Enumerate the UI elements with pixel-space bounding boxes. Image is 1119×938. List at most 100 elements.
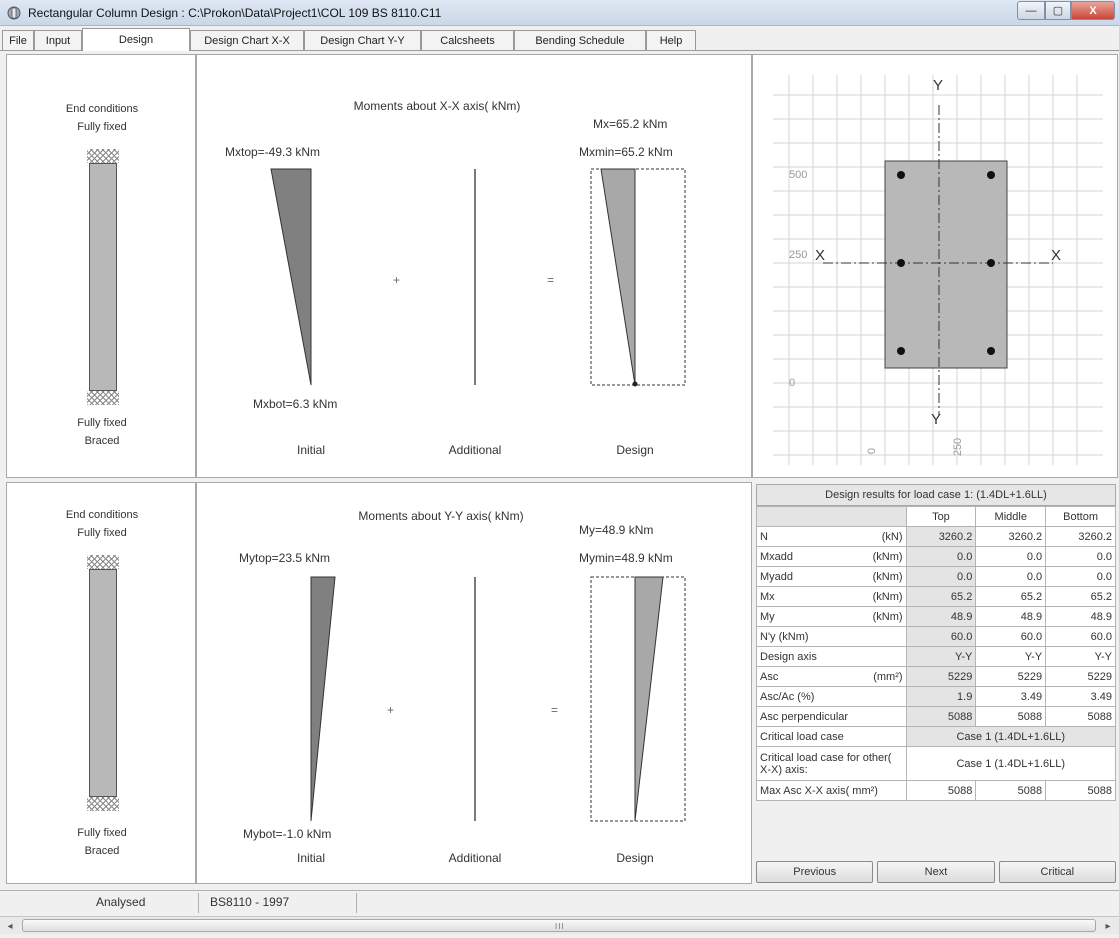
tab-design-chart-xx[interactable]: Design Chart X-X bbox=[190, 30, 304, 50]
table-row: Mxadd (kNm) 0.0 0.0 0.0 bbox=[756, 546, 1116, 567]
cell-top: 5088 bbox=[905, 780, 977, 801]
status-design-code: BS8110 - 1997 bbox=[210, 895, 290, 909]
scroll-grip-icon: III bbox=[555, 922, 565, 931]
scroll-left-icon[interactable]: ◂ bbox=[2, 918, 18, 934]
cell-middle: 5088 bbox=[975, 706, 1047, 727]
minimize-button[interactable]: — bbox=[1017, 1, 1045, 20]
design-label: Design bbox=[616, 851, 654, 865]
results-table: Top Middle Bottom N (kN) 3260.2 3260.2 32… bbox=[756, 506, 1117, 801]
table-header-row: Top Middle Bottom bbox=[756, 506, 1116, 527]
close-button[interactable]: X bbox=[1071, 1, 1115, 20]
xx-end-conditions-panel: End conditions Fully fixed Fully fixed B… bbox=[6, 54, 196, 478]
row-label: N'y (kNm) bbox=[760, 630, 809, 643]
cell-top: 0.0 bbox=[905, 546, 977, 567]
table-row: Asc (mm²) 5229 5229 5229 bbox=[756, 666, 1116, 687]
row-label: My bbox=[760, 610, 775, 623]
scroll-thumb[interactable]: III bbox=[22, 919, 1096, 932]
cell-top: 60.0 bbox=[905, 626, 977, 647]
tick-0-bottom: 0 bbox=[866, 447, 879, 455]
cell-top: Y-Y bbox=[905, 646, 977, 667]
xx-moment-diagram bbox=[270, 168, 686, 387]
design-envelope bbox=[590, 168, 686, 386]
row-label: Myadd bbox=[760, 570, 794, 583]
max-asc-row: Max Asc X-X axis( mm²) 5088 5088 5088 bbox=[756, 780, 1116, 801]
top-fixity-hatch bbox=[87, 149, 119, 163]
equals-sign: = bbox=[551, 703, 559, 717]
cell-bottom: 48.9 bbox=[1045, 606, 1116, 627]
cell-top: 0.0 bbox=[905, 566, 977, 587]
critical-other-axis-value: Case 1 (1.4DL+1.6LL) bbox=[905, 746, 1117, 781]
bottom-fixity-hatch bbox=[87, 797, 119, 811]
row-label: N bbox=[760, 530, 768, 543]
table-row: Mx (kNm) 65.2 65.2 65.2 bbox=[756, 586, 1116, 607]
tab-calcsheets[interactable]: Calcsheets bbox=[421, 30, 514, 50]
tab-design[interactable]: Design bbox=[82, 28, 190, 51]
table-row: Asc/Ac (%) 1.9 3.49 3.49 bbox=[756, 686, 1116, 707]
initial-label: Initial bbox=[296, 851, 326, 865]
table-row: Design axis Y-Y Y-Y Y-Y bbox=[756, 646, 1116, 667]
cell-bottom: 60.0 bbox=[1045, 626, 1116, 647]
section-x-right-label: X bbox=[1051, 247, 1062, 264]
critical-button[interactable]: Critical bbox=[998, 861, 1116, 883]
end-conditions-label: End conditions bbox=[65, 103, 139, 115]
max-asc-label: Max Asc X-X axis( mm²) bbox=[756, 780, 907, 801]
critical-other-axis-label: Critical load case for other( X-X) axis: bbox=[756, 746, 907, 781]
cell-middle: Y-Y bbox=[975, 646, 1047, 667]
row-unit: (mm²) bbox=[873, 670, 903, 683]
row-unit: (kNm) bbox=[872, 590, 903, 603]
rebar bbox=[897, 347, 905, 355]
additional-label: Additional bbox=[448, 443, 502, 457]
table-row: My (kNm) 48.9 48.9 48.9 bbox=[756, 606, 1116, 627]
cell-bottom: 5088 bbox=[1045, 706, 1116, 727]
status-divider bbox=[356, 893, 357, 913]
bottom-condition-label: Fully fixed bbox=[77, 417, 127, 429]
additional-label: Additional bbox=[448, 851, 502, 865]
cell-top: 65.2 bbox=[905, 586, 977, 607]
cell-top: 5229 bbox=[905, 666, 977, 687]
window-controls: — ▢ X bbox=[1017, 1, 1115, 21]
row-unit: (kNm) bbox=[872, 570, 903, 583]
cell-top: 48.9 bbox=[905, 606, 977, 627]
column-header-middle: Middle bbox=[975, 506, 1047, 527]
equals-sign: = bbox=[547, 273, 555, 287]
column-elevation bbox=[89, 569, 117, 797]
cell-middle: 0.0 bbox=[975, 546, 1047, 567]
yy-moment-diagram bbox=[310, 576, 686, 822]
scroll-right-icon[interactable]: ▸ bbox=[1100, 918, 1116, 934]
row-label: Asc perpendicular bbox=[760, 710, 849, 723]
mx-bot-value: Mxbot=6.3 kNm bbox=[253, 397, 338, 411]
cell-top: 1.9 bbox=[905, 686, 977, 707]
previous-button[interactable]: Previous bbox=[756, 861, 874, 883]
tab-help[interactable]: Help bbox=[646, 30, 696, 50]
maximize-button[interactable]: ▢ bbox=[1045, 1, 1071, 20]
cell-bottom: 65.2 bbox=[1045, 586, 1116, 607]
status-bar: Analysed BS8110 - 1997 bbox=[0, 890, 1119, 914]
row-label: Design axis bbox=[760, 650, 817, 663]
cell-bottom: 0.0 bbox=[1045, 546, 1116, 567]
tick-0-left: 0 bbox=[789, 377, 796, 389]
section-panel: Y Y X X 500 250 0 0 250 bbox=[752, 54, 1118, 478]
critical-load-case-label: Critical load case bbox=[756, 726, 907, 747]
horizontal-scrollbar[interactable]: ◂ III ▸ bbox=[0, 916, 1119, 934]
row-label: Asc bbox=[760, 670, 779, 683]
navigation-buttons: Previous Next Critical bbox=[756, 861, 1116, 883]
tick-500: 500 bbox=[789, 169, 808, 181]
rebar bbox=[987, 347, 995, 355]
table-row: N'y (kNm) 60.0 60.0 60.0 bbox=[756, 626, 1116, 647]
initial-moment-shape bbox=[310, 576, 336, 822]
tab-design-chart-yy[interactable]: Design Chart Y-Y bbox=[304, 30, 421, 50]
section-y-bottom-label: Y bbox=[931, 411, 942, 428]
tab-input[interactable]: Input bbox=[34, 30, 82, 50]
cell-bottom: 5088 bbox=[1045, 780, 1116, 801]
title-bar: Rectangular Column Design : C:\Prokon\Da… bbox=[0, 0, 1119, 26]
cell-middle: 5229 bbox=[975, 666, 1047, 687]
cell-bottom: Y-Y bbox=[1045, 646, 1116, 667]
app-icon bbox=[7, 6, 21, 20]
table-row: N (kN) 3260.2 3260.2 3260.2 bbox=[756, 526, 1116, 547]
tab-bending-schedule[interactable]: Bending Schedule bbox=[514, 30, 646, 50]
design-bottom-node bbox=[632, 381, 638, 387]
column-header-top: Top bbox=[905, 506, 977, 527]
next-button[interactable]: Next bbox=[877, 861, 995, 883]
tab-file[interactable]: File bbox=[2, 30, 34, 50]
end-conditions-label: End conditions bbox=[65, 509, 139, 521]
